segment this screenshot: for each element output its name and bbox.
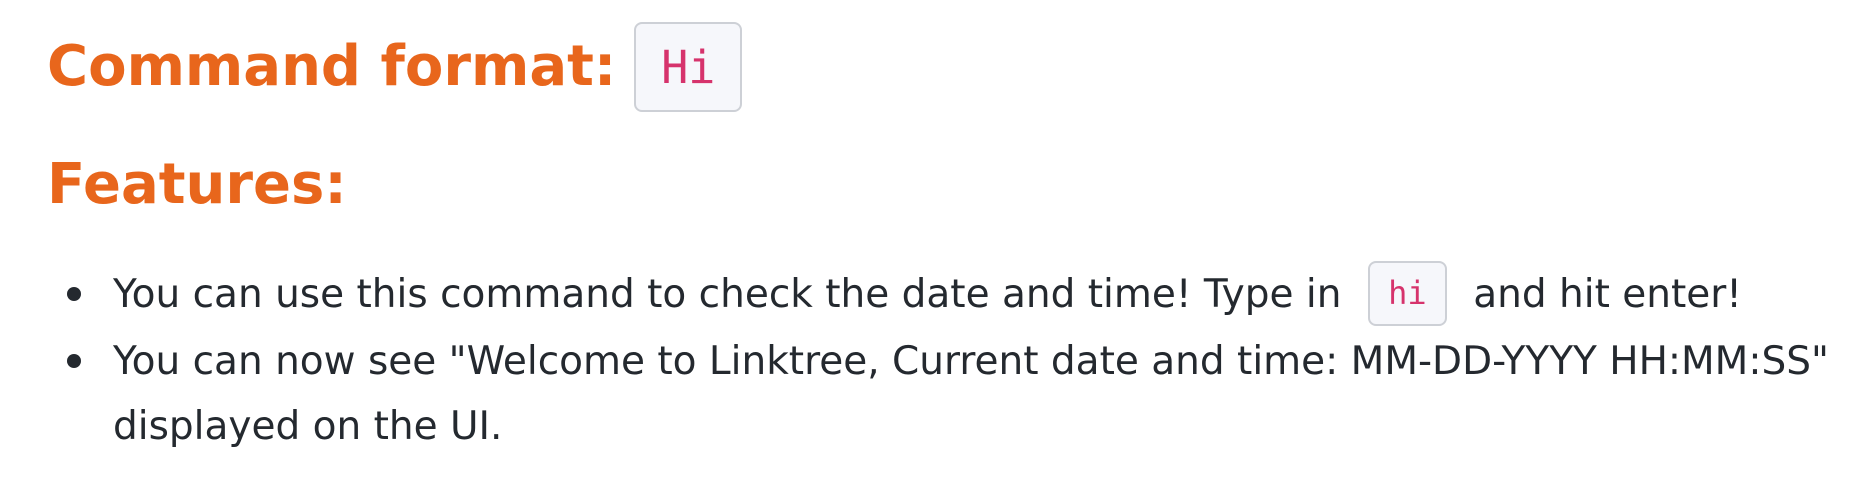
bullet-icon: [67, 287, 81, 301]
bullet-icon: [67, 354, 81, 368]
feature-text-before: You can use this command to check the da…: [113, 272, 1342, 317]
inline-command-code: hi: [1367, 261, 1447, 326]
feature-text: You can now see "Welcome to Linktree, Cu…: [113, 339, 1829, 449]
list-item: You can use this command to check the da…: [47, 261, 1837, 329]
command-format-label: Command format:: [47, 34, 617, 99]
feature-text-after: and hit enter!: [1473, 272, 1742, 317]
features-list: You can use this command to check the da…: [47, 261, 1837, 459]
features-heading: Features:: [47, 152, 347, 217]
list-item: You can now see "Welcome to Linktree, Cu…: [47, 329, 1837, 459]
command-format-heading: Command format: Hi: [47, 22, 743, 112]
command-code: Hi: [634, 22, 743, 112]
